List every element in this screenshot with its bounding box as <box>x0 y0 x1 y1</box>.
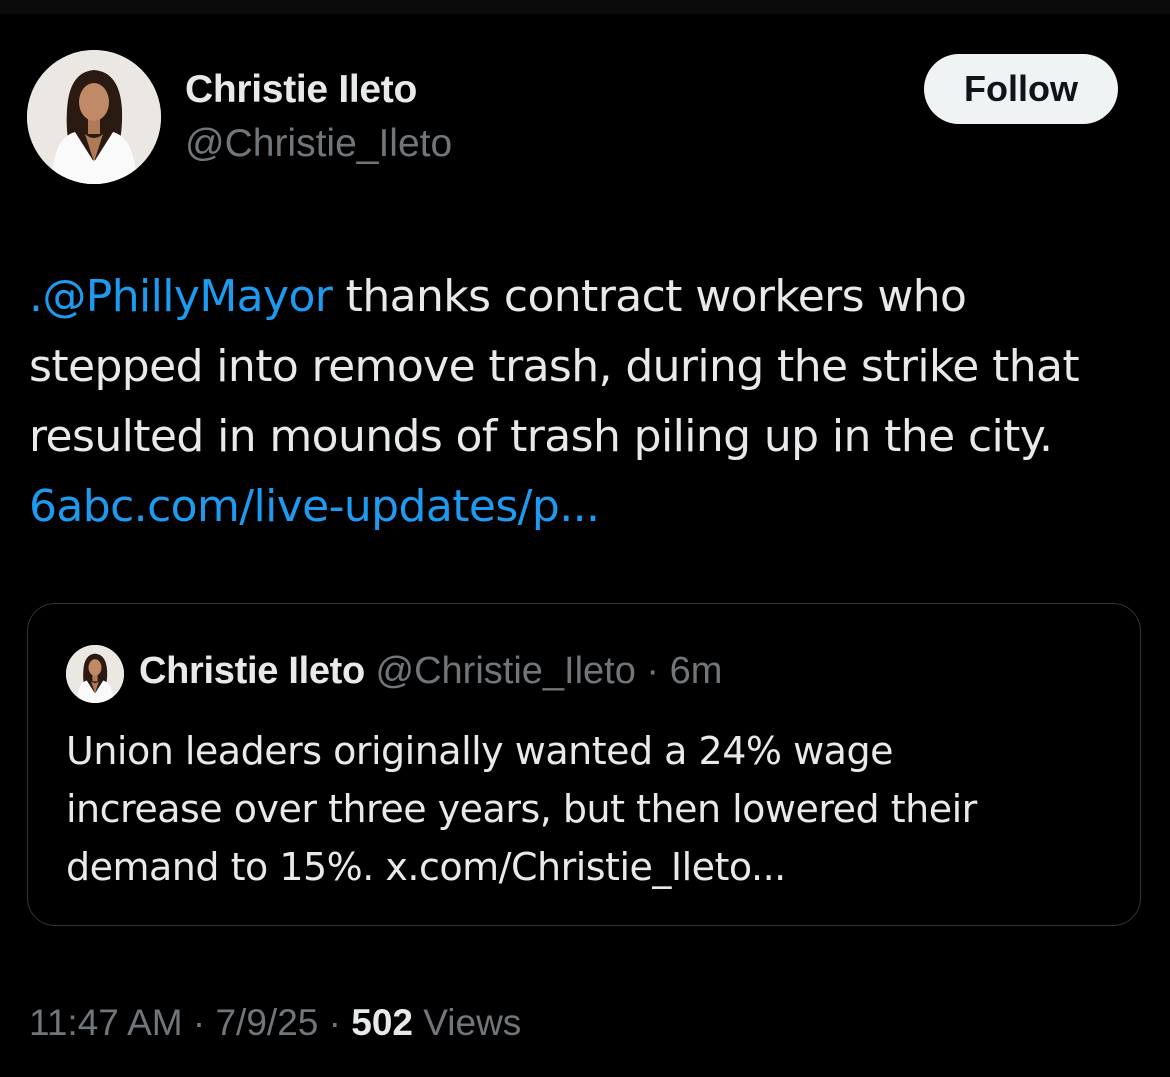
author-avatar[interactable] <box>27 50 161 184</box>
quoted-tweet-text: Union leaders originally wanted a 24% wa… <box>66 722 1106 896</box>
quoted-author-avatar[interactable] <box>66 645 124 703</box>
avatar-portrait-image <box>27 50 161 184</box>
mention-link[interactable]: .@PhillyMayor <box>29 271 333 322</box>
status-bar-edge <box>0 0 1170 14</box>
quoted-tweet-header: Christie Ileto @Christie_Ileto · 6m <box>139 650 722 693</box>
dot-separator: · <box>318 1002 352 1043</box>
quoted-tweet-line: increase over three years, but then lowe… <box>66 787 977 831</box>
author-handle[interactable]: @Christie_Ileto <box>185 122 452 166</box>
tweet-line: .@PhillyMayor thanks contract workers wh… <box>29 262 1149 332</box>
quoted-tweet-card[interactable]: Christie Ileto @Christie_Ileto · 6m Unio… <box>27 603 1141 926</box>
dot-separator: · <box>635 650 670 692</box>
tweet-line: stepped into remove trash, during the st… <box>29 341 1080 392</box>
dot-separator: · <box>182 1002 216 1043</box>
tweet-metadata: 11:47 AM · 7/9/25 · 502 Views <box>29 1002 521 1044</box>
tweet-time[interactable]: 11:47 AM <box>29 1002 183 1043</box>
quoted-tweet-line: demand to 15%. x.com/Christie_Ileto... <box>66 845 786 889</box>
quoted-author-name[interactable]: Christie Ileto <box>139 650 365 692</box>
quoted-author-handle[interactable]: @Christie_Ileto <box>376 650 636 692</box>
follow-button[interactable]: Follow <box>924 54 1118 124</box>
quoted-tweet-line: Union leaders originally wanted a 24% wa… <box>66 729 893 773</box>
avatar-portrait-image <box>66 645 124 703</box>
views-count[interactable]: 502 <box>351 1002 413 1043</box>
tweet-line: 6abc.com/live-updates/p... <box>29 472 1149 542</box>
author-display-name[interactable]: Christie Ileto <box>185 68 417 112</box>
quoted-tweet-time[interactable]: 6m <box>670 650 723 692</box>
views-label[interactable]: Views <box>423 1002 521 1043</box>
tweet-date[interactable]: 7/9/25 <box>215 1002 318 1043</box>
external-link[interactable]: 6abc.com/live-updates/p... <box>29 481 600 532</box>
tweet-text: .@PhillyMayor thanks contract workers wh… <box>29 262 1149 542</box>
tweet-text-segment: thanks contract workers who <box>332 271 967 322</box>
tweet-line: resulted in mounds of trash piling up in… <box>29 411 1053 462</box>
